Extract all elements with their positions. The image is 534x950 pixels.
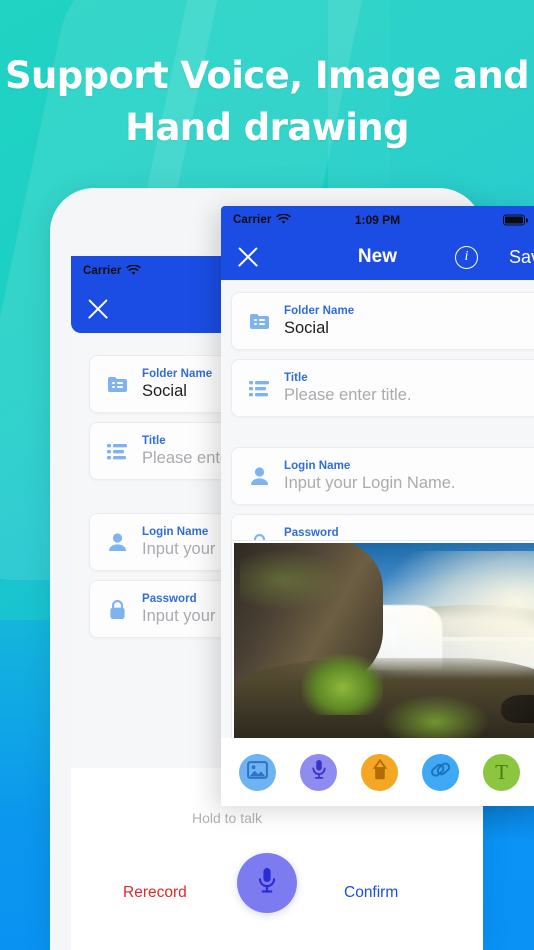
wifi-icon [126, 263, 142, 281]
field-value: Social [284, 318, 329, 337]
headline-line-1: Support Voice, Image and [4, 54, 530, 97]
microphone-icon [311, 759, 327, 785]
field-label: Title [284, 371, 308, 384]
battery-icon [503, 214, 528, 226]
field-value: Social [142, 381, 187, 400]
photo-layer-rock [500, 694, 534, 724]
voice-hint-label: Hold to talk [191, 810, 263, 826]
waterfall-photo[interactable] [231, 540, 534, 751]
list-icon [104, 443, 130, 460]
add-image-button[interactable] [239, 753, 276, 791]
info-icon[interactable]: i [455, 245, 478, 269]
image-icon [247, 760, 268, 784]
photo-layer-cliff-moss [240, 549, 346, 611]
page-title: Support Voice, Image and Hand drawing [0, 50, 534, 154]
headline-line-2: Hand drawing [125, 106, 409, 149]
save-button[interactable]: Save [509, 247, 534, 268]
pen-icon [372, 758, 388, 786]
field-label: Folder Name [142, 367, 213, 380]
field-login-name[interactable]: Login Name Input your Login Name. [231, 447, 534, 505]
field-title[interactable]: Title Please enter title. [231, 359, 534, 417]
background-band-left [0, 620, 50, 950]
info-glyph: i [464, 249, 469, 264]
rerecord-button[interactable]: Rerecord [123, 884, 187, 902]
record-button[interactable] [237, 853, 297, 913]
list-icon [246, 380, 272, 397]
front-phone-status-bar: Carrier 1:09 PM [221, 206, 534, 234]
front-phone-form-body: Folder Name Social Title Please enter ti… [221, 280, 534, 806]
add-voice-button[interactable] [300, 753, 337, 791]
text-icon: T [495, 759, 508, 784]
folder-list-icon [104, 375, 130, 394]
field-folder-name[interactable]: Folder Name Social [231, 292, 534, 350]
close-icon[interactable] [85, 296, 111, 322]
attachment-toolbar: T [221, 738, 534, 806]
field-label: Folder Name [284, 304, 355, 317]
front-phone-mockup: Carrier 1:09 PM New i Save Folder Name [221, 206, 534, 806]
nav-title: New [357, 246, 398, 267]
person-icon [246, 466, 272, 486]
add-link-button[interactable] [422, 753, 459, 791]
add-drawing-button[interactable] [361, 753, 398, 791]
promo-screenshot: Support Voice, Image and Hand drawing Fo… [0, 0, 534, 950]
field-label: Login Name [284, 459, 351, 472]
microphone-icon [256, 866, 278, 901]
front-phone-nav-bar: New i Save [221, 234, 534, 280]
background-band-right [483, 806, 534, 950]
add-text-button[interactable]: T [483, 753, 520, 791]
person-icon [104, 532, 130, 552]
carrier-label: Carrier [83, 264, 122, 277]
photo-layer-foliage [302, 653, 383, 716]
confirm-button[interactable]: Confirm [344, 884, 398, 902]
link-icon [429, 758, 452, 786]
photo-layer-foliage-2 [382, 694, 489, 740]
field-placeholder: Input your Login Name. [284, 473, 456, 492]
photo-image [234, 543, 534, 748]
folder-list-icon [246, 312, 272, 331]
field-placeholder: Please enter title. [284, 385, 412, 404]
lock-icon [104, 599, 130, 620]
field-label: Password [284, 526, 339, 539]
clock-label: 1:09 PM [354, 213, 401, 227]
